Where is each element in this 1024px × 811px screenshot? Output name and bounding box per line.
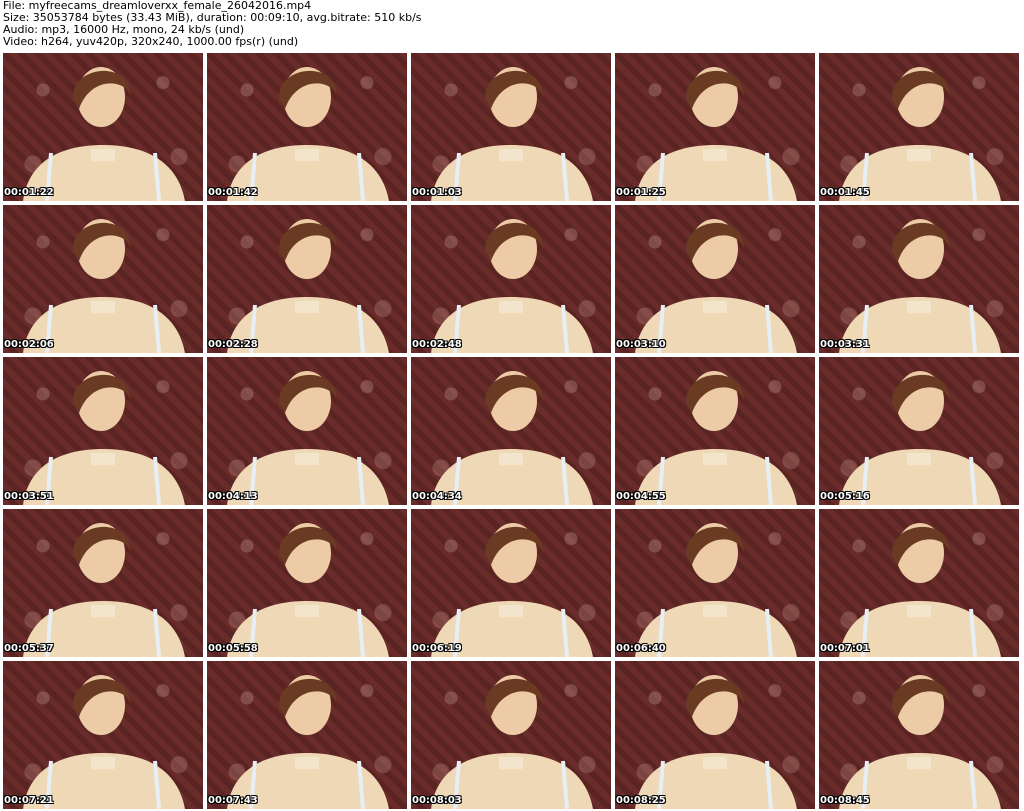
frame-image (839, 371, 1001, 505)
frame-image (23, 523, 185, 657)
video-frame-thumbnail: 00:08:25 (615, 661, 815, 809)
video-info-line: Video: h264, yuv420p, 320x240, 1000.00 f… (3, 35, 299, 48)
frame-image (23, 371, 185, 505)
frame-image (431, 523, 593, 657)
frame-timestamp: 00:08:25 (616, 795, 666, 806)
frame-timestamp: 00:08:45 (820, 795, 870, 806)
file-info-header: File: myfreecams_dreamloverxx_female_260… (3, 0, 703, 50)
frame-image (227, 675, 389, 809)
frame-timestamp: 00:01:42 (208, 187, 258, 198)
frame-image (431, 219, 593, 353)
frame-image (431, 675, 593, 809)
frame-image (227, 523, 389, 657)
frame-timestamp: 00:03:31 (820, 339, 870, 350)
frame-timestamp: 00:04:34 (412, 491, 462, 502)
frame-image (431, 371, 593, 505)
frame-image (635, 675, 797, 809)
video-frame-thumbnail: 00:01:03 (411, 53, 611, 201)
frame-image (635, 523, 797, 657)
frame-image (23, 67, 185, 201)
frame-timestamp: 00:05:58 (208, 643, 258, 654)
video-frame-thumbnail: 00:05:37 (3, 509, 203, 657)
video-frame-thumbnail: 00:03:10 (615, 205, 815, 353)
frame-image (23, 219, 185, 353)
frame-timestamp: 00:08:03 (412, 795, 462, 806)
video-frame-thumbnail: 00:02:28 (207, 205, 407, 353)
frame-timestamp: 00:01:25 (616, 187, 666, 198)
frame-image (23, 675, 185, 809)
video-frame-thumbnail: 00:02:48 (411, 205, 611, 353)
video-frame-thumbnail: 00:02:06 (3, 205, 203, 353)
frame-image (227, 219, 389, 353)
video-frame-thumbnail: 00:01:45 (819, 53, 1019, 201)
video-frame-thumbnail: 00:03:51 (3, 357, 203, 505)
frame-timestamp: 00:06:19 (412, 643, 462, 654)
frame-timestamp: 00:04:13 (208, 491, 258, 502)
thumbnail-grid: 00:01:22 00:01:42 00:01:03 00:01:25 00:01:45… (3, 53, 1022, 811)
frame-image (635, 371, 797, 505)
frame-image (839, 67, 1001, 201)
frame-timestamp: 00:02:06 (4, 339, 54, 350)
video-frame-thumbnail: 00:01:25 (615, 53, 815, 201)
frame-image (839, 523, 1001, 657)
frame-image (635, 219, 797, 353)
video-frame-thumbnail: 00:05:58 (207, 509, 407, 657)
frame-image (431, 67, 593, 201)
video-frame-thumbnail: 00:01:22 (3, 53, 203, 201)
video-frame-thumbnail: 00:07:43 (207, 661, 407, 809)
video-frame-thumbnail: 00:06:40 (615, 509, 815, 657)
frame-image (839, 219, 1001, 353)
frame-timestamp: 00:01:22 (4, 187, 54, 198)
frame-image (635, 67, 797, 201)
video-frame-thumbnail: 00:08:03 (411, 661, 611, 809)
frame-timestamp: 00:07:21 (4, 795, 54, 806)
video-frame-thumbnail: 00:04:34 (411, 357, 611, 505)
video-frame-thumbnail: 00:07:01 (819, 509, 1019, 657)
video-frame-thumbnail: 00:04:55 (615, 357, 815, 505)
video-frame-thumbnail: 00:08:45 (819, 661, 1019, 809)
frame-image (227, 371, 389, 505)
frame-timestamp: 00:06:40 (616, 643, 666, 654)
video-frame-thumbnail: 00:03:31 (819, 205, 1019, 353)
frame-timestamp: 00:03:10 (616, 339, 666, 350)
video-frame-thumbnail: 00:04:13 (207, 357, 407, 505)
frame-image (839, 675, 1001, 809)
frame-timestamp: 00:02:48 (412, 339, 462, 350)
video-frame-thumbnail: 00:01:42 (207, 53, 407, 201)
frame-timestamp: 00:01:03 (412, 187, 462, 198)
frame-timestamp: 00:03:51 (4, 491, 54, 502)
video-frame-thumbnail: 00:07:21 (3, 661, 203, 809)
frame-timestamp: 00:07:43 (208, 795, 258, 806)
frame-timestamp: 00:01:45 (820, 187, 870, 198)
frame-timestamp: 00:05:37 (4, 643, 54, 654)
frame-timestamp: 00:04:55 (616, 491, 666, 502)
frame-timestamp: 00:02:28 (208, 339, 258, 350)
frame-timestamp: 00:07:01 (820, 643, 870, 654)
video-frame-thumbnail: 00:06:19 (411, 509, 611, 657)
frame-image (227, 67, 389, 201)
video-frame-thumbnail: 00:05:16 (819, 357, 1019, 505)
frame-timestamp: 00:05:16 (820, 491, 870, 502)
